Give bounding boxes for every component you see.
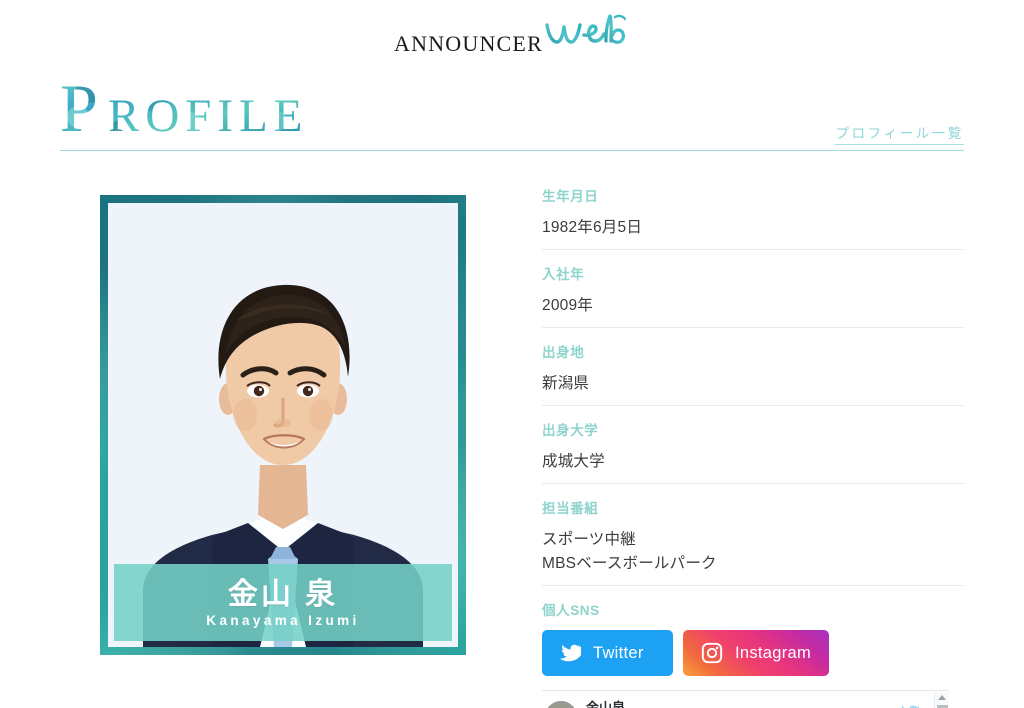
title-divider <box>60 150 964 151</box>
field-label: 担当番組 <box>542 501 599 517</box>
field-value: MBSベースボールパーク <box>542 555 717 573</box>
field-label: 入社年 <box>542 267 585 283</box>
field-label: 出身地 <box>542 345 585 361</box>
field-label: 個人SNS <box>542 603 600 619</box>
sns-button-row: Twitter Instagram <box>542 630 964 677</box>
page-title: P ROFILE <box>60 69 390 143</box>
embed-scrollbar[interactable] <box>934 692 949 708</box>
svg-text:P: P <box>60 70 100 143</box>
scroll-up-arrow-icon[interactable] <box>938 695 946 701</box>
avatar[interactable] <box>545 700 577 708</box>
logo-web-script <box>544 11 630 51</box>
field-value: スポーツ中継 <box>542 531 636 549</box>
field-programs: 担当番組 スポーツ中継 MBSベースボールパーク <box>542 497 964 587</box>
field-join-year: 入社年 2009年 <box>542 263 964 329</box>
field-value: 新潟県 <box>542 375 590 393</box>
twitter-button[interactable]: Twitter <box>542 630 673 677</box>
logo-announcer-text: Announcer <box>394 23 543 58</box>
profile-photo-card: 金山 泉 Kanayama Izumi <box>100 195 466 655</box>
twitter-bird-icon <box>560 644 581 662</box>
field-value: 成城大学 <box>542 453 605 471</box>
twitter-embed-header: 金山泉 @kanayama_izumi <box>542 691 949 708</box>
page-header: P ROFILE プロフィール一覧 <box>60 69 964 151</box>
profile-content: 金山 泉 Kanayama Izumi 生年月日 1982年6月5日 入社年 2… <box>60 151 964 708</box>
svg-text:ROFILE: ROFILE <box>108 90 309 142</box>
site-logo[interactable]: Announcer <box>394 11 630 56</box>
twitter-button-label: Twitter <box>593 643 644 662</box>
field-personal-sns: 個人SNS Twitter Instagram 金山泉 <box>542 599 964 708</box>
field-label: 生年月日 <box>542 189 599 204</box>
profile-details: 生年月日 1982年6月5日 入社年 2009年 出身地 新潟県 出身大学 成城… <box>542 179 964 708</box>
announcer-name-ja: 金山 泉 <box>227 578 339 612</box>
twitter-display-name: 金山泉 <box>586 700 626 708</box>
field-hometown: 出身地 新潟県 <box>542 341 964 407</box>
name-plate: 金山 泉 Kanayama Izumi <box>114 564 452 641</box>
announcer-name-en: Kanayama Izumi <box>206 612 360 628</box>
twitter-timeline-embed[interactable]: 金山泉 @kanayama_izumi <box>542 690 949 708</box>
field-value: 1982年6月5日 <box>542 219 643 236</box>
instagram-camera-icon <box>701 642 723 664</box>
instagram-button[interactable]: Instagram <box>683 630 830 677</box>
field-value: 2009年 <box>542 297 593 315</box>
site-header: Announcer <box>0 0 1024 56</box>
field-birthdate: 生年月日 1982年6月5日 <box>542 185 964 251</box>
twitter-account-names: 金山泉 @kanayama_izumi <box>586 700 692 708</box>
field-university: 出身大学 成城大学 <box>542 419 964 485</box>
profile-list-link[interactable]: プロフィール一覧 <box>835 122 964 145</box>
field-label: 出身大学 <box>542 423 599 439</box>
instagram-button-label: Instagram <box>735 643 812 662</box>
